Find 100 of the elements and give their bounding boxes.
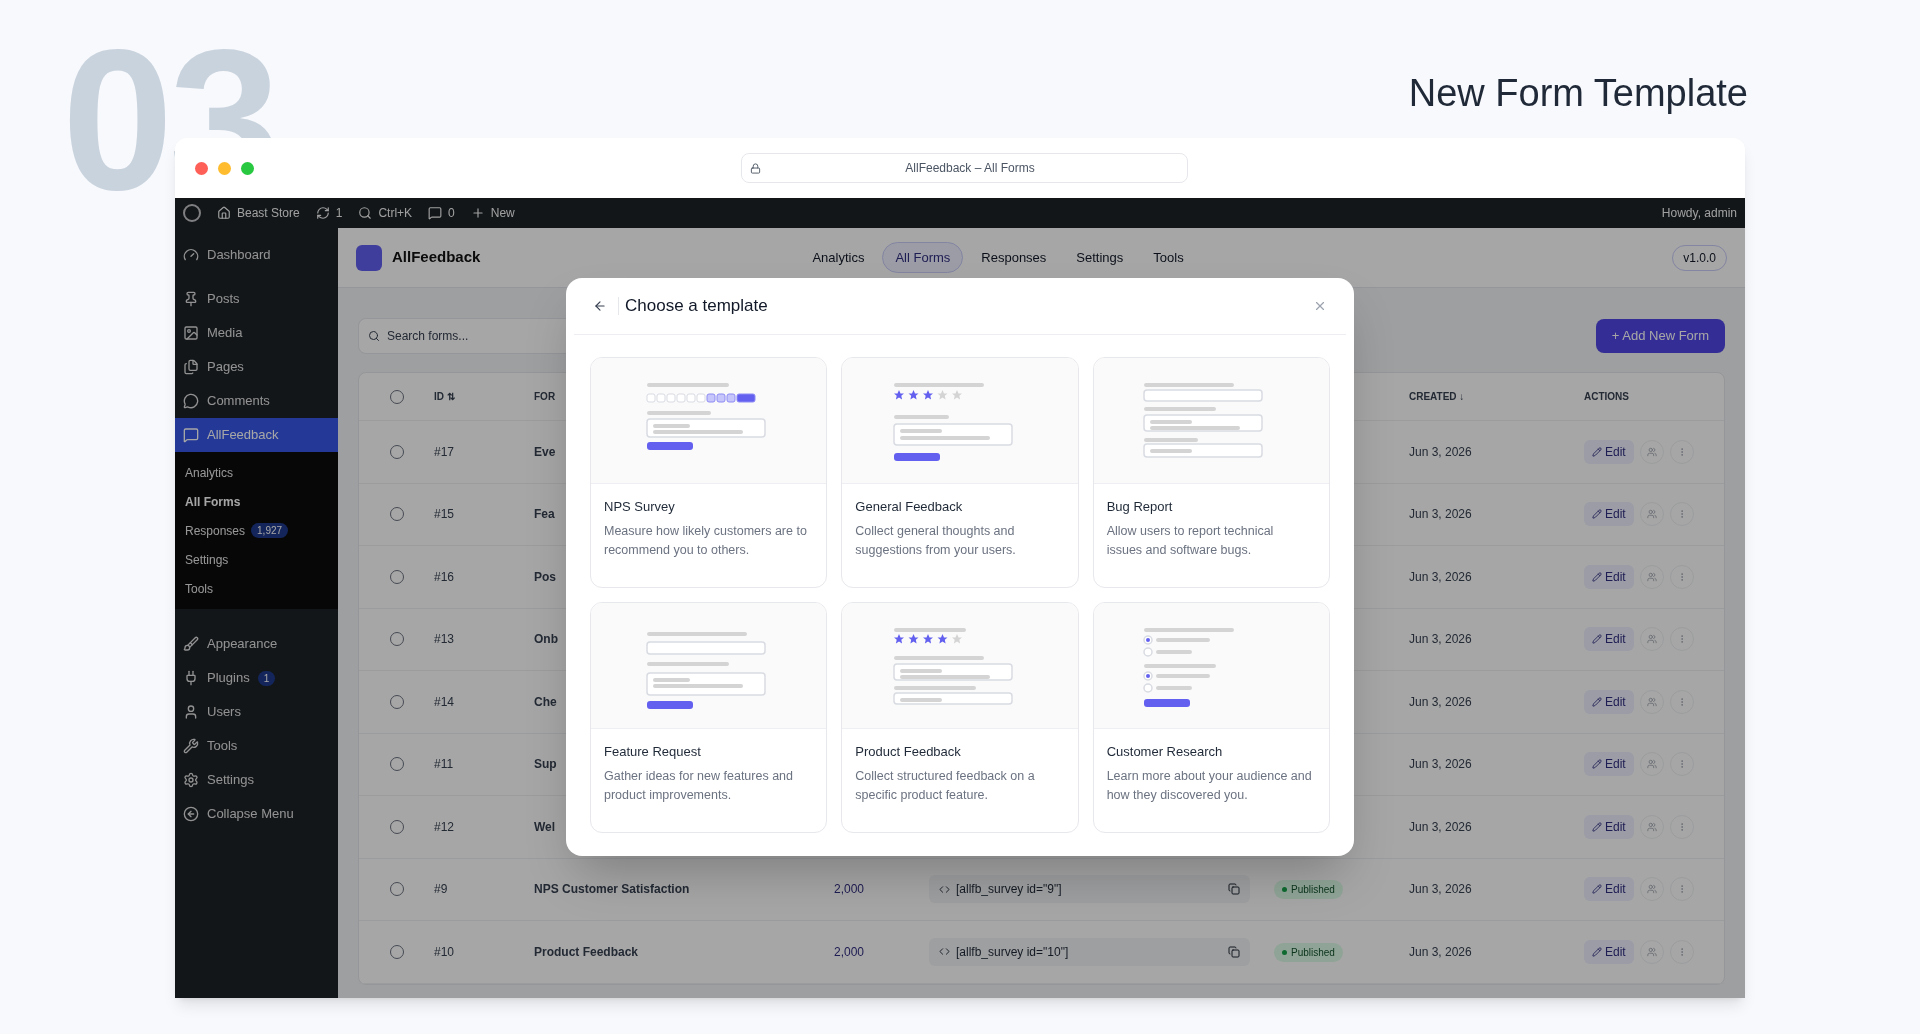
template-card[interactable]: General Feedback Collect general thoughts and suggestions from your users. (841, 357, 1079, 588)
submenu-item[interactable]: Responses 1,927 (175, 516, 338, 545)
edit-button[interactable]: Edit (1584, 627, 1634, 652)
plugin-name: AllFeedback (392, 247, 481, 268)
submenu-item[interactable]: Tools (175, 574, 338, 603)
admin-bar-item[interactable]: New (470, 204, 515, 222)
row-checkbox[interactable] (389, 444, 404, 459)
pages-icon (183, 359, 199, 375)
row-checkbox[interactable] (389, 757, 404, 772)
pencil-icon (1592, 821, 1602, 832)
response-count[interactable]: 2,000 (834, 882, 865, 897)
shortcode-field[interactable]: [allfb_survey id="9"] (929, 875, 1250, 904)
column-header[interactable]: CREATED ↓ (1409, 389, 1584, 404)
sidebar-item[interactable]: Pages (175, 350, 338, 384)
template-card[interactable]: Product Feedback Collect structured feedback on a specific product feature. (841, 602, 1079, 833)
edit-button[interactable]: Edit (1584, 502, 1634, 527)
table-cell-text: #9 (434, 881, 449, 899)
users-icon (1646, 821, 1657, 832)
nav-tab[interactable]: Responses (969, 242, 1059, 273)
table-cell-text: #13 (434, 631, 456, 649)
dialog-title: Choose a template (625, 295, 768, 318)
sidebar-item[interactable]: Settings (175, 763, 338, 797)
collapse-icon (183, 806, 199, 822)
user-greeting[interactable]: Howdy, admin (1661, 204, 1737, 222)
edit-button[interactable]: Edit (1584, 877, 1634, 902)
shortcode-field[interactable]: [allfb_survey id="10"] (929, 937, 1250, 966)
edit-button[interactable]: Edit (1584, 939, 1634, 964)
page-heading: New Form Template (1408, 71, 1748, 116)
nav-tab[interactable]: All Forms (882, 241, 964, 274)
add-form-button[interactable]: + Add New Form (1595, 319, 1725, 353)
admin-bar-item[interactable]: 1 (315, 204, 343, 222)
table-cell-text: Jun 3, 2026 (1409, 568, 1473, 586)
users-icon (1646, 634, 1657, 645)
row-checkbox[interactable] (389, 694, 404, 709)
admin-bar-item[interactable]: 0 (428, 204, 455, 222)
close-icon (1313, 299, 1327, 313)
nav-tab[interactable]: Settings (1064, 242, 1136, 273)
template-title: Customer Research (1106, 743, 1224, 761)
admin-bar-item[interactable]: Beast Store (217, 204, 300, 222)
count-badge: 1,927 (251, 523, 289, 538)
template-card[interactable]: Feature Request Gather ideas for new features and product improvements. (590, 602, 828, 833)
row-checkbox[interactable] (389, 819, 404, 834)
sidebar-item[interactable]: Plugins 1 (175, 661, 338, 695)
nav-tab[interactable]: Tools (1141, 242, 1196, 273)
copy-icon (1228, 945, 1240, 958)
row-checkbox[interactable] (389, 632, 404, 647)
lock-icon (750, 162, 761, 174)
sidebar-item[interactable]: Dashboard (175, 238, 338, 272)
sidebar-item[interactable]: Comments (175, 384, 338, 418)
template-description: Collect general thoughts and suggestions from your users. (855, 523, 1017, 559)
status-badge: Published (1274, 880, 1343, 900)
template-card[interactable]: NPS Survey Measure how likely customers are to recommend you to others. (590, 357, 828, 588)
select-all-checkbox[interactable] (389, 389, 404, 404)
code-icon (939, 883, 950, 895)
table-cell-text: Jun 3, 2026 (1409, 506, 1473, 524)
row-checkbox[interactable] (389, 569, 404, 584)
form-name[interactable]: NPS Customer Satisfaction (534, 880, 834, 899)
template-card[interactable]: Customer Research Learn more about your audience and how they discovered you. (1092, 602, 1330, 833)
sidebar-item[interactable]: Users (175, 695, 338, 729)
response-count[interactable]: 2,000 (834, 944, 865, 959)
users-icon (1646, 696, 1657, 707)
count-badge: 1 (257, 670, 276, 686)
row-checkbox[interactable] (389, 507, 404, 522)
sidebar-item[interactable]: Posts (175, 282, 338, 316)
users-icon (1646, 759, 1657, 770)
template-card[interactable]: Bug Report Allow users to report technical issues and software bugs. (1092, 357, 1330, 588)
template-description: Allow users to report technical issues and software bugs. (1106, 523, 1275, 559)
edit-button[interactable]: Edit (1584, 564, 1634, 589)
sidebar-item[interactable]: Media (175, 316, 338, 350)
table-cell-text: Jun 3, 2026 (1409, 631, 1473, 649)
template-title: Feature Request (604, 743, 702, 761)
table-cell-text: Jun 3, 2026 (1409, 881, 1473, 899)
column-header[interactable]: ID ⇅ (434, 389, 534, 404)
sidebar-item[interactable]: AllFeedback (175, 418, 338, 452)
template-title: Product Feedback (855, 743, 962, 761)
table-cell-text: Jun 3, 2026 (1409, 818, 1473, 836)
submenu-item[interactable]: All Forms (175, 487, 338, 516)
admin-bar-item[interactable]: Ctrl+K (358, 204, 413, 222)
edit-button[interactable]: Edit (1584, 814, 1634, 839)
sidebar-item[interactable]: Tools (175, 729, 338, 763)
template-description: Collect structured feedback on a specific product feature. (855, 768, 1036, 804)
row-checkbox[interactable] (389, 944, 404, 959)
edit-button[interactable]: Edit (1584, 689, 1634, 714)
submenu-item[interactable]: Analytics (175, 458, 338, 487)
submenu-item[interactable]: Settings (175, 545, 338, 574)
table-cell-text: #16 (434, 568, 456, 586)
edit-button[interactable]: Edit (1584, 752, 1634, 777)
copy-icon (1228, 883, 1240, 896)
settings-icon (183, 772, 199, 788)
user-icon (183, 704, 199, 720)
nav-tab[interactable]: Analytics (800, 242, 877, 273)
sidebar-item[interactable]: Appearance (175, 627, 338, 661)
address-bar[interactable]: AllFeedback – All Forms (741, 153, 1188, 183)
table-cell-text: #11 (434, 756, 455, 774)
form-name[interactable]: Product Feedback (534, 942, 834, 961)
sidebar-item[interactable]: Collapse Menu (175, 797, 338, 831)
plug-icon (183, 670, 199, 686)
edit-button[interactable]: Edit (1584, 439, 1634, 464)
row-checkbox[interactable] (389, 882, 404, 897)
table-cell-text: Jun 3, 2026 (1409, 693, 1473, 711)
